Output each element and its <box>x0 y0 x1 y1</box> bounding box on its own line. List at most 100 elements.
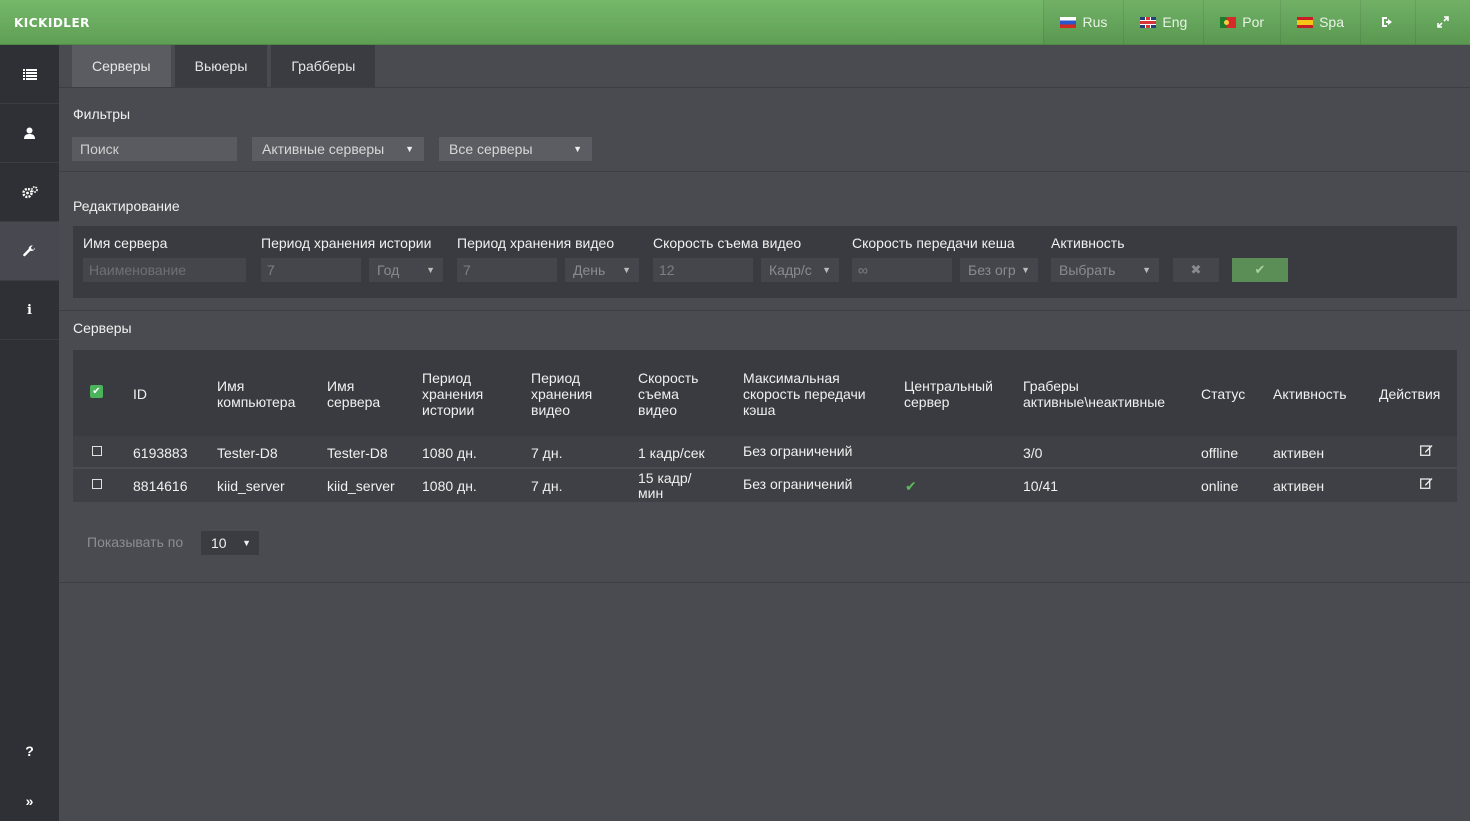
header-line: Центральный <box>904 378 993 394</box>
header-line: Имя <box>217 378 245 394</box>
column-server-name[interactable]: Имя сервера <box>327 378 380 410</box>
cancel-button[interactable]: ✖ <box>1173 258 1219 282</box>
header-line: истории <box>422 402 475 418</box>
column-max-cache[interactable]: Максимальная скорость передачи кэша <box>743 370 866 418</box>
fullscreen-button[interactable] <box>1415 0 1470 44</box>
caret-down-icon: ▼ <box>822 265 831 275</box>
apply-button[interactable]: ✔ <box>1232 258 1288 282</box>
header-line: Имя <box>327 378 355 394</box>
cell-server-name: Tester-D8 <box>327 445 388 461</box>
cell-computer-name: Tester-D8 <box>217 445 278 461</box>
question-icon: ? <box>25 743 34 759</box>
expand-sidebar-button[interactable]: » <box>0 781 59 821</box>
column-history-period[interactable]: Период хранения истории <box>422 370 483 418</box>
video-period-label: Период хранения видео <box>457 235 615 251</box>
cell-max-cache: Без ограничений <box>743 443 853 459</box>
language-label: Eng <box>1162 14 1188 30</box>
list-icon <box>22 68 37 80</box>
column-grabbers[interactable]: Граберы активные\неактивные <box>1023 378 1165 410</box>
header-line: хранения <box>531 386 593 402</box>
sidebar-item-tools[interactable] <box>0 222 59 281</box>
central-server-check-icon: ✔ <box>905 478 917 494</box>
activity-select[interactable]: Выбрать ▼ <box>1051 258 1159 282</box>
cell-history-period: 1080 дн. <box>422 478 477 494</box>
servers-table: ✔ ID Имя компьютера Имя сервера Период х… <box>73 350 1457 503</box>
header-line: компьютера <box>217 394 296 410</box>
server-name-input[interactable]: Наименование <box>83 258 246 282</box>
cell-video-period: 7 дн. <box>531 445 563 461</box>
tab-servers[interactable]: Серверы <box>72 45 171 87</box>
column-id[interactable]: ID <box>133 386 147 402</box>
search-input[interactable]: Поиск <box>72 137 237 161</box>
input-placeholder: Наименование <box>89 262 187 278</box>
video-unit-select[interactable]: День ▼ <box>565 258 639 282</box>
input-value: 7 <box>267 262 275 278</box>
row-checkbox[interactable] <box>92 446 102 456</box>
logout-button[interactable] <box>1360 0 1415 44</box>
column-video-period[interactable]: Период хранения видео <box>531 370 592 418</box>
edit-row-button[interactable] <box>1420 477 1433 492</box>
header-line: Граберы <box>1023 378 1079 394</box>
video-rate-input[interactable]: 12 <box>653 258 753 282</box>
edit-icon <box>1420 478 1433 489</box>
tab-grabbers[interactable]: Грабберы <box>271 45 376 87</box>
sidebar-item-settings[interactable] <box>0 163 59 222</box>
input-value: ∞ <box>858 262 868 278</box>
caret-down-icon: ▼ <box>1021 265 1030 275</box>
edit-panel: Имя сервера Период хранения истории Пери… <box>73 226 1457 298</box>
video-rate-label: Скорость съема видео <box>653 235 802 251</box>
language-por[interactable]: Por <box>1203 0 1281 44</box>
cell-activity: активен <box>1273 445 1325 461</box>
server-type-select[interactable]: Все серверы ▼ <box>439 137 592 161</box>
select-value: Выбрать <box>1059 262 1116 278</box>
row-checkbox[interactable] <box>92 479 102 489</box>
edit-row-button[interactable] <box>1420 444 1433 459</box>
main-content: Серверы Вьюеры Грабберы Фильтры Поиск Ак… <box>59 45 1470 821</box>
video-period-input[interactable]: 7 <box>457 258 557 282</box>
sidebar-item-users[interactable] <box>0 104 59 163</box>
column-central-server[interactable]: Центральный сервер <box>904 378 993 410</box>
column-status[interactable]: Статус <box>1201 386 1245 402</box>
per-page-select[interactable]: 10 ▼ <box>201 531 259 555</box>
close-icon: ✖ <box>1190 262 1202 277</box>
header-line: кэша <box>743 402 776 418</box>
input-value: 7 <box>463 262 471 278</box>
help-button[interactable]: ? <box>0 731 59 771</box>
tabs: Серверы Вьюеры Грабберы <box>72 45 376 87</box>
edit-title: Редактирование <box>73 198 180 214</box>
sidebar-item-list[interactable] <box>0 45 59 104</box>
history-unit-select[interactable]: Год ▼ <box>369 258 443 282</box>
flag-es-icon <box>1297 16 1314 28</box>
table-row[interactable]: 8814616 kiid_server kiid_server 1080 дн.… <box>73 469 1457 503</box>
flag-pt-icon <box>1220 16 1237 28</box>
cache-unit-select[interactable]: Без огр ▼ <box>960 258 1038 282</box>
cell-max-cache: Без ограничений <box>743 476 853 492</box>
language-eng[interactable]: Eng <box>1123 0 1204 44</box>
caret-down-icon: ▼ <box>405 144 414 154</box>
language-spa[interactable]: Spa <box>1280 0 1360 44</box>
language-label: Spa <box>1319 14 1344 30</box>
user-icon <box>24 127 35 139</box>
cell-computer-name: kiid_server <box>217 478 285 494</box>
sidebar-item-info[interactable]: i <box>0 281 59 340</box>
flag-gb-icon <box>1140 16 1157 28</box>
server-status-select[interactable]: Активные серверы ▼ <box>252 137 424 161</box>
column-activity[interactable]: Активность <box>1273 386 1347 402</box>
language-rus[interactable]: Rus <box>1043 0 1124 44</box>
video-rate-unit-select[interactable]: Кадр/с ▼ <box>761 258 839 282</box>
cache-rate-input[interactable]: ∞ <box>852 258 952 282</box>
header-line: Максимальная <box>743 370 840 386</box>
column-video-rate[interactable]: Скорость съема видео <box>638 370 698 418</box>
tab-viewers[interactable]: Вьюеры <box>174 45 268 87</box>
select-value: 10 <box>211 535 227 551</box>
select-all-checkbox[interactable]: ✔ <box>90 385 103 398</box>
table-row[interactable]: 6193883 Tester-D8 Tester-D8 1080 дн. 7 д… <box>73 436 1457 468</box>
kickidler-logo[interactable]: KICKIDLER <box>14 12 90 32</box>
info-icon: i <box>27 302 32 318</box>
column-computer-name[interactable]: Имя компьютера <box>217 378 295 410</box>
select-value: Кадр/с <box>769 262 812 278</box>
servers-title: Серверы <box>73 320 132 336</box>
cell-id: 8814616 <box>133 478 188 494</box>
header-line: скорость передачи <box>743 386 866 402</box>
history-period-input[interactable]: 7 <box>261 258 361 282</box>
